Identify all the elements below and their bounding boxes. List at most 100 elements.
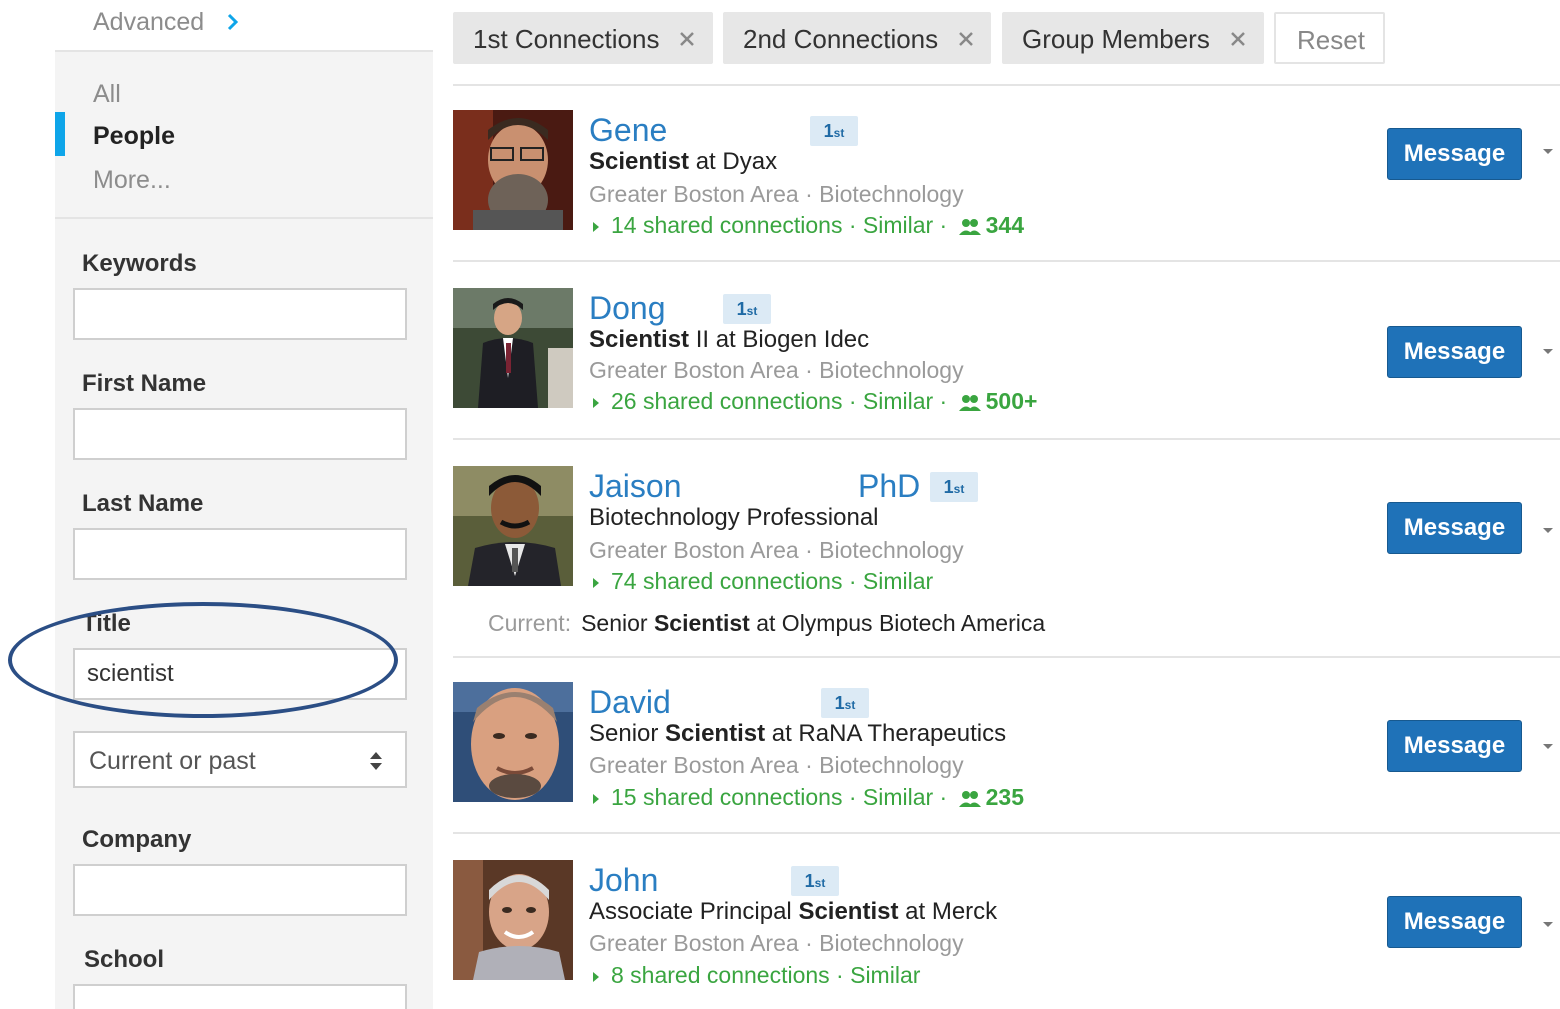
- message-button[interactable]: Message: [1387, 896, 1522, 948]
- profile-photo[interactable]: [453, 288, 573, 408]
- profile-name-suffix[interactable]: PhD: [858, 468, 920, 505]
- degree-number: 1: [823, 121, 834, 141]
- reset-button[interactable]: Reset: [1274, 12, 1385, 64]
- message-button[interactable]: Message: [1387, 128, 1522, 180]
- nav-item-more[interactable]: More...: [93, 166, 171, 195]
- profile-name[interactable]: John: [589, 862, 658, 899]
- expand-triangle-icon[interactable]: [593, 971, 599, 982]
- similar-link[interactable]: Similar: [863, 388, 933, 414]
- current-text: at Olympus Biotech America: [749, 610, 1046, 636]
- current-label: Current:: [488, 610, 572, 636]
- profile-headline: Scientist II at Biogen Idec: [589, 326, 869, 354]
- headline-keyword: Scientist: [589, 148, 690, 175]
- current-keyword: Scientist: [653, 610, 750, 636]
- group-count[interactable]: 344: [986, 212, 1024, 238]
- profile-headline: Biotechnology Professional: [589, 504, 879, 531]
- headline-text: at Merck: [898, 898, 998, 925]
- last-name-label: Last Name: [82, 490, 204, 517]
- company-input[interactable]: [73, 864, 407, 916]
- select-arrows-icon: [370, 752, 382, 770]
- similar-link[interactable]: Similar: [863, 212, 933, 238]
- headline-keyword: Scientist: [589, 326, 690, 353]
- more-actions-caret-icon[interactable]: [1543, 922, 1553, 927]
- profile-location: Greater Boston Area · Biotechnology: [589, 537, 964, 563]
- profile-name[interactable]: Gene: [589, 112, 667, 149]
- group-count[interactable]: 500+: [986, 388, 1038, 414]
- keywords-input[interactable]: [73, 288, 407, 340]
- nav-item-people[interactable]: People: [93, 122, 175, 151]
- degree-suffix: st: [814, 876, 826, 890]
- profile-name[interactable]: Dong: [589, 290, 666, 327]
- nav-item-all[interactable]: All: [93, 80, 121, 109]
- close-icon[interactable]: [957, 30, 975, 48]
- close-icon[interactable]: [1229, 30, 1247, 48]
- profile-photo[interactable]: [453, 860, 573, 980]
- title-input[interactable]: [73, 648, 407, 700]
- more-actions-caret-icon[interactable]: [1543, 528, 1553, 533]
- profile-headline: Scientist at Dyax: [589, 148, 777, 176]
- message-button[interactable]: Message: [1387, 720, 1522, 772]
- filter-chip-group-members[interactable]: Group Members: [1002, 12, 1264, 64]
- result-card: David 1st Senior Scientist at RaNA Thera…: [453, 658, 1560, 834]
- result-card: John 1st Associate Principal Scientist a…: [453, 836, 1560, 1009]
- profile-photo[interactable]: [453, 466, 573, 586]
- similar-link[interactable]: Similar: [863, 784, 933, 810]
- shared-connections-link[interactable]: 74 shared connections: [611, 568, 842, 594]
- degree-suffix: st: [833, 126, 845, 140]
- shared-info: 74 shared connections · Similar: [593, 568, 933, 595]
- similar-link[interactable]: Similar: [863, 568, 933, 594]
- first-name-label: First Name: [82, 370, 207, 397]
- shared-info: 26 shared connections · Similar · 500+: [593, 388, 1037, 415]
- headline-text: Senior: [589, 720, 666, 747]
- similar-link[interactable]: Similar: [850, 962, 920, 988]
- result-card: Jaison PhD 1st Biotechnology Professiona…: [453, 442, 1560, 658]
- current-position: Current: Senior Scientist at Olympus Biot…: [488, 610, 1045, 637]
- profile-headline: Senior Scientist at RaNA Therapeutics: [589, 720, 1006, 748]
- nav-active-indicator: [55, 112, 65, 156]
- headline-keyword: Scientist: [665, 720, 766, 747]
- chevron-right-icon: [227, 13, 239, 31]
- profile-name[interactable]: Jaison: [589, 468, 682, 505]
- shared-connections-link[interactable]: 26 shared connections: [611, 388, 842, 414]
- more-actions-caret-icon[interactable]: [1543, 744, 1553, 749]
- shared-connections-link[interactable]: 15 shared connections: [611, 784, 842, 810]
- shared-info: 15 shared connections · Similar · 235: [593, 784, 1024, 811]
- expand-triangle-icon[interactable]: [593, 221, 599, 232]
- advanced-link[interactable]: Advanced: [93, 8, 204, 37]
- degree-suffix: st: [953, 482, 965, 496]
- shared-info: 14 shared connections · Similar · 344: [593, 212, 1024, 239]
- shared-connections-link[interactable]: 8 shared connections: [611, 962, 830, 988]
- first-name-input[interactable]: [73, 408, 407, 460]
- filter-chip-1st-connections[interactable]: 1st Connections: [453, 12, 713, 64]
- result-card: Gene 1st Scientist at Dyax Greater Bosto…: [453, 86, 1560, 262]
- shared-connections-link[interactable]: 14 shared connections: [611, 212, 842, 238]
- profile-photo[interactable]: [453, 682, 573, 802]
- expand-triangle-icon[interactable]: [593, 397, 599, 408]
- headline-text: at RaNA Therapeutics: [765, 720, 1007, 747]
- headline-text: II at Biogen Idec: [689, 326, 870, 353]
- result-card: Dong 1st Scientist II at Biogen Idec Gre…: [453, 264, 1560, 440]
- filter-chip-2nd-connections[interactable]: 2nd Connections: [723, 12, 991, 64]
- title-label: Title: [82, 610, 131, 637]
- profile-name[interactable]: David: [589, 684, 671, 721]
- degree-badge: 1st: [930, 472, 978, 502]
- result-divider: [453, 438, 1560, 440]
- last-name-input[interactable]: [73, 528, 407, 580]
- school-input[interactable]: [73, 984, 407, 1009]
- title-scope-select[interactable]: Current or past: [73, 731, 407, 788]
- message-button[interactable]: Message: [1387, 326, 1522, 378]
- expand-triangle-icon[interactable]: [593, 793, 599, 804]
- school-label: School: [84, 946, 165, 973]
- expand-triangle-icon[interactable]: [593, 577, 599, 588]
- group-members-icon: [958, 219, 981, 235]
- group-members-icon: [958, 791, 981, 807]
- group-count[interactable]: 235: [986, 784, 1024, 810]
- more-actions-caret-icon[interactable]: [1543, 349, 1553, 354]
- more-actions-caret-icon[interactable]: [1543, 149, 1553, 154]
- profile-photo[interactable]: [453, 110, 573, 230]
- message-button[interactable]: Message: [1387, 502, 1522, 554]
- degree-badge: 1st: [723, 294, 771, 324]
- filter-chip-label: Group Members: [1022, 24, 1210, 54]
- close-icon[interactable]: [678, 30, 696, 48]
- profile-headline: Associate Principal Scientist at Merck: [589, 898, 997, 926]
